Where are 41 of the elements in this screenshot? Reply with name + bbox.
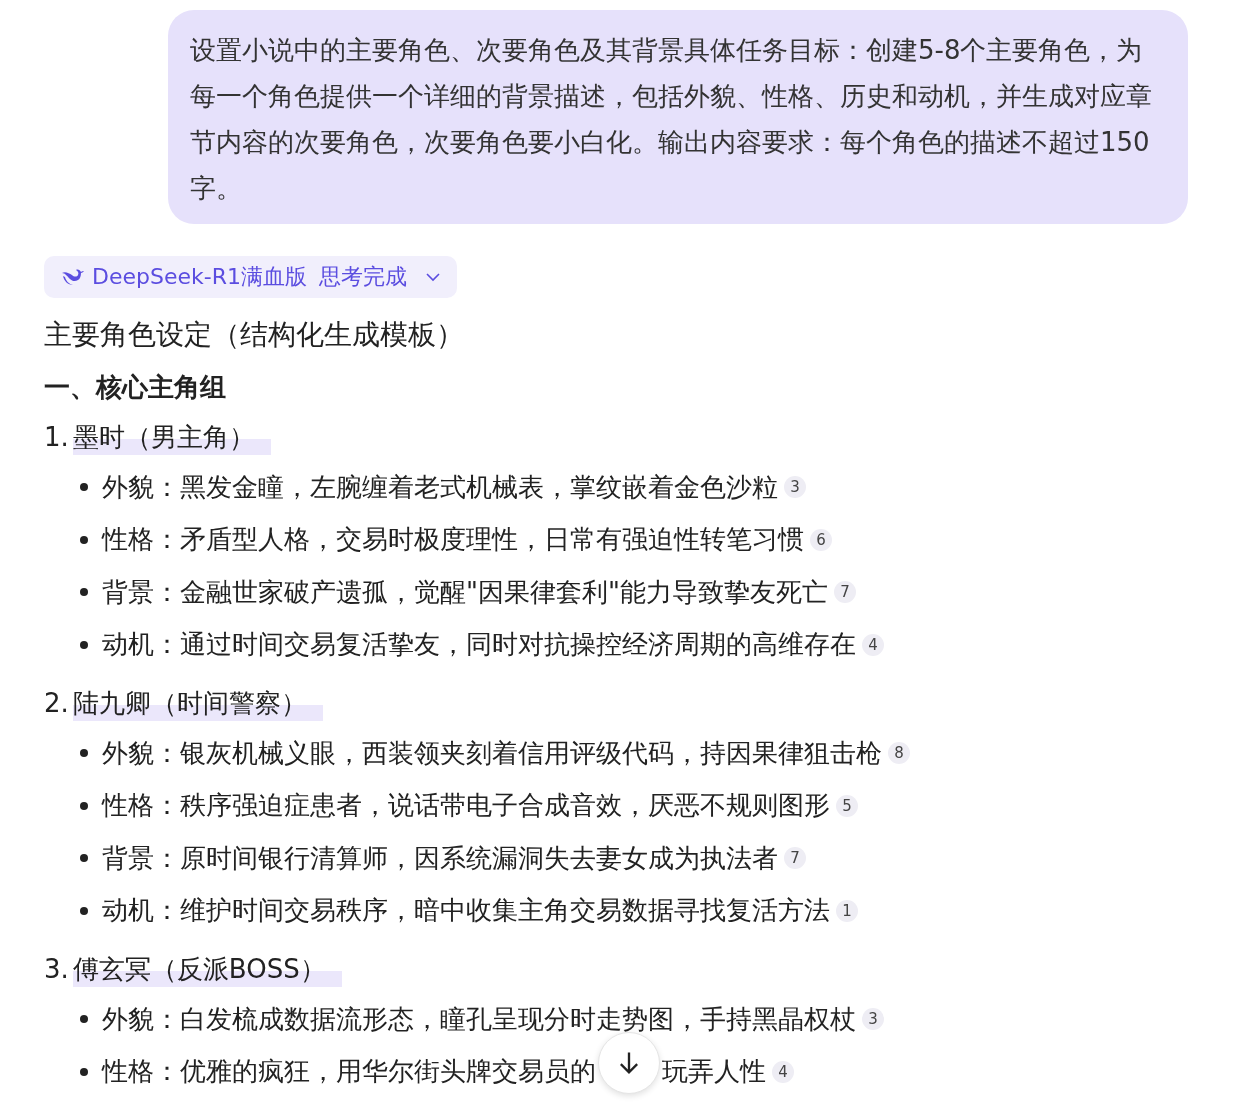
bullet-dot bbox=[80, 801, 88, 810]
citation-badge[interactable]: 5 bbox=[836, 794, 858, 817]
list-number: 1. bbox=[44, 422, 69, 452]
answer-title: 主要角色设定（结构化生成模板） bbox=[44, 317, 465, 353]
trait-text: 性格：秩序强迫症患者，说话带电子合成音效，厌恶不规则图形 bbox=[102, 789, 830, 823]
trait-text: 背景：原时间银行清算师，因系统漏洞失去妻女成为执法者 bbox=[102, 841, 778, 875]
trait-text: 外貌：白发梳成数据流形态，瞳孔呈现分时走势图，手持黑晶权杖 bbox=[102, 1002, 856, 1036]
citation-badge[interactable]: 4 bbox=[772, 1060, 794, 1083]
trait-text: 外貌：银灰机械义眼，西装领夹刻着信用评级代码，持因果律狙击枪 bbox=[102, 736, 882, 770]
citation-badge[interactable]: 7 bbox=[784, 847, 806, 870]
bullet-dot bbox=[80, 588, 88, 597]
bullet-dot bbox=[80, 483, 88, 492]
section-heading: 一、核心主角组 bbox=[44, 371, 227, 404]
list-number: 3. bbox=[44, 954, 69, 984]
trait-text: 背景：金融世家破产遗孤，觉醒"因果律套利"能力导致挚友死亡 bbox=[102, 575, 828, 609]
citation-badge[interactable]: 4 bbox=[862, 633, 884, 656]
model-tag[interactable]: DeepSeek-R1满血版 思考完成 bbox=[44, 256, 457, 298]
citation-badge[interactable]: 1 bbox=[836, 899, 858, 922]
bullet-dot bbox=[80, 1015, 88, 1024]
bullet-dot bbox=[80, 535, 88, 544]
list-number: 2. bbox=[44, 688, 69, 718]
trait-text: 外貌：黑发金瞳，左腕缠着老式机械表，掌纹嵌着金色沙粒 bbox=[102, 470, 778, 504]
trait-text: 性格：优雅的疯狂，用华尔街头牌交易员的 bbox=[102, 1055, 596, 1089]
whale-icon bbox=[60, 267, 84, 287]
chevron-icon bbox=[425, 272, 441, 282]
trait-text: 动机：维护时间交易秩序，暗中收集主角交易数据寻找复活方法 bbox=[102, 894, 830, 928]
trait-text: 玩弄人性 bbox=[662, 1055, 766, 1089]
citation-badge[interactable]: 8 bbox=[888, 742, 910, 765]
bullet-dot bbox=[80, 1067, 88, 1076]
bullet-dot bbox=[80, 640, 88, 649]
trait-text: 动机：通过时间交易复活挚友，同时对抗操控经济周期的高维存在 bbox=[102, 628, 856, 662]
bullet-dot bbox=[80, 749, 88, 758]
scroll-down-button[interactable] bbox=[598, 1031, 660, 1094]
bullet-dot bbox=[80, 854, 88, 863]
citation-badge[interactable]: 7 bbox=[833, 581, 856, 604]
trait-text: 性格：矛盾型人格，交易时极度理性，日常有强迫性转笔习惯 bbox=[102, 523, 804, 557]
citation-badge[interactable]: 3 bbox=[784, 476, 806, 499]
bullet-dot bbox=[80, 906, 88, 915]
citation-badge[interactable]: 3 bbox=[862, 1008, 884, 1031]
citation-badge[interactable]: 6 bbox=[810, 528, 832, 551]
user-message: 设置小说中的主要角色、次要角色及其背景具体任务目标：创建5-8个主要角色，为每一个角色提供一个详细的背景描述，包括外貌、性格、历史和动机，并生成对应章节内容的次要角色，次要角色要小白化。输出内容要求：每个角色的描述不超过150字。 bbox=[168, 10, 1188, 224]
